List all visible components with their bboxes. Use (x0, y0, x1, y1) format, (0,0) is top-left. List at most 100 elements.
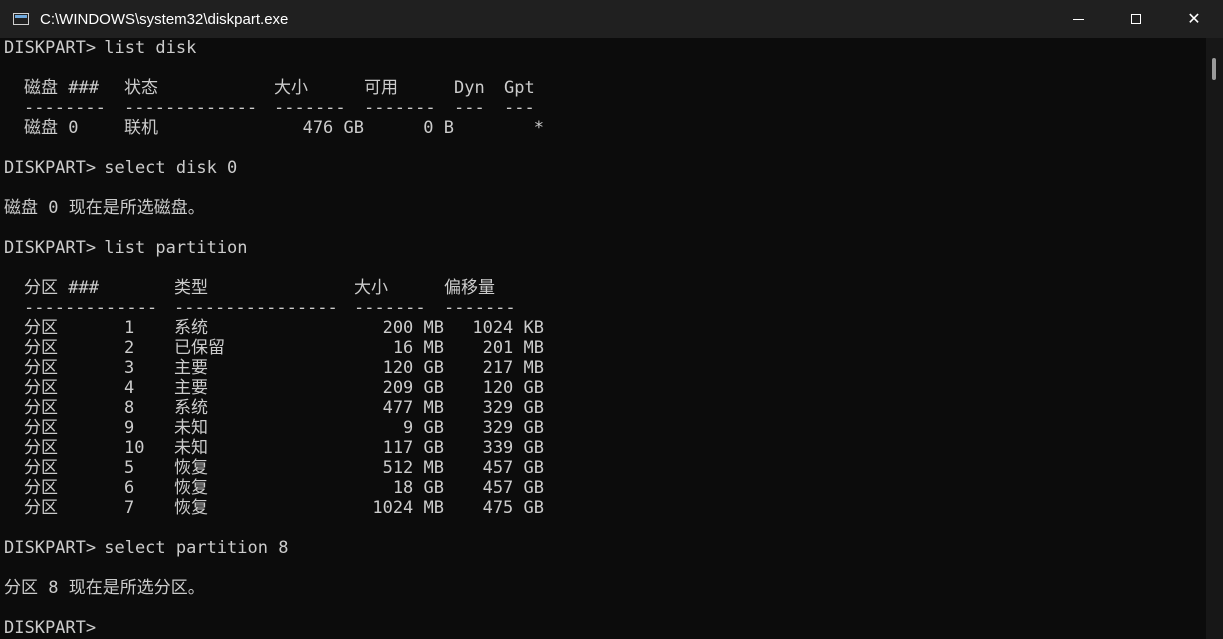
type-cell: 恢复 (174, 478, 208, 498)
offset-cell: 120 GB (482, 378, 544, 398)
rule: ---------------- (174, 298, 338, 318)
command-text: list disk (94, 38, 197, 58)
size-cell: 1024 MB (372, 498, 444, 518)
disk-selected-message: 磁盘 0 现在是所选磁盘。 (4, 198, 205, 218)
partition-number-cell: 3 (124, 358, 135, 378)
minimize-button[interactable] (1049, 0, 1107, 38)
offset-cell: 475 GB (482, 498, 544, 518)
offset-cell: 329 GB (482, 418, 544, 438)
disk-col-header: 磁盘 ### (24, 78, 99, 98)
partition-number-cell: 9 (124, 418, 135, 438)
partition-label-cell: 分区 (24, 418, 58, 438)
partition-number-cell: 5 (124, 458, 135, 478)
size-cell: 200 MB (382, 318, 444, 338)
rule: ------------- (124, 98, 258, 118)
offset-cell: 457 GB (482, 478, 544, 498)
minimize-icon (1072, 18, 1084, 20)
type-cell: 未知 (174, 438, 208, 458)
prompt: DISKPART> (4, 38, 97, 58)
partition-number-cell: 4 (124, 378, 135, 398)
maximize-button[interactable] (1107, 0, 1165, 38)
partition-label-cell: 分区 (24, 498, 58, 518)
type-cell: 主要 (174, 358, 208, 378)
partition-number-cell: 7 (124, 498, 135, 518)
offset-cell: 217 MB (482, 358, 544, 378)
partition-label-cell: 分区 (24, 438, 58, 458)
type-cell: 恢复 (174, 458, 208, 478)
size-cell: 120 GB (382, 358, 444, 378)
size-cell: 477 MB (382, 398, 444, 418)
size-cell: 209 GB (382, 378, 444, 398)
gpt-cell: * (533, 118, 544, 138)
rule: ------------- (24, 298, 158, 318)
scrollbar-thumb[interactable] (1212, 58, 1216, 80)
type-cell: 主要 (174, 378, 208, 398)
size-cell: 16 MB (392, 338, 444, 358)
title-bar[interactable]: C:\WINDOWS\system32\diskpart.exe ✕ (0, 0, 1223, 38)
offset-cell: 329 GB (482, 398, 544, 418)
partition-number-cell: 8 (124, 398, 135, 418)
partition-label-cell: 分区 (24, 358, 58, 378)
rule: ------- (354, 298, 426, 318)
command-text: select partition 8 (94, 538, 289, 558)
size-cell: 9 GB (403, 418, 444, 438)
partition-number-cell: 2 (124, 338, 135, 358)
rule: ------- (364, 98, 436, 118)
prompt: DISKPART> (4, 538, 97, 558)
prompt: DISKPART> (4, 618, 97, 638)
type-cell: 未知 (174, 418, 208, 438)
offset-col-header: 偏移量 (444, 278, 495, 298)
offset-cell: 339 GB (482, 438, 544, 458)
console-window: C:\WINDOWS\system32\diskpart.exe ✕ DISKP… (0, 0, 1223, 639)
partition-label-cell: 分区 (24, 318, 58, 338)
console-output[interactable]: DISKPART> list disk 磁盘 ### 状态 大小 可用 Dyn Gpt -… (0, 38, 1206, 639)
type-cell: 系统 (174, 398, 208, 418)
free-cell: 0 B (423, 118, 454, 138)
partition-label-cell: 分区 (24, 398, 58, 418)
partition-number-cell: 6 (124, 478, 135, 498)
rule: ------- (274, 98, 346, 118)
partition-col-header: 分区 ### (24, 278, 99, 298)
size-col-header: 大小 (354, 278, 388, 298)
rule: --- (504, 98, 535, 118)
type-cell: 恢复 (174, 498, 208, 518)
console-app-icon (13, 13, 29, 25)
free-col-header: 可用 (364, 78, 398, 98)
close-icon: ✕ (1187, 9, 1201, 28)
type-cell: 已保留 (174, 338, 225, 358)
partition-label-cell: 分区 (24, 338, 58, 358)
rule: -------- (24, 98, 106, 118)
partition-label-cell: 分区 (24, 458, 58, 478)
disk-cell: 磁盘 0 (24, 118, 79, 138)
status-col-header: 状态 (124, 78, 158, 98)
size-cell: 512 MB (382, 458, 444, 478)
dyn-col-header: Dyn (454, 78, 485, 98)
maximize-icon (1131, 14, 1141, 24)
size-cell: 117 GB (382, 438, 444, 458)
window-title: C:\WINDOWS\system32\diskpart.exe (40, 10, 289, 28)
type-cell: 系统 (174, 318, 208, 338)
prompt: DISKPART> (4, 158, 97, 178)
size-cell: 18 GB (392, 478, 444, 498)
window-controls: ✕ (1049, 0, 1223, 38)
partition-label-cell: 分区 (24, 478, 58, 498)
partition-number-cell: 1 (124, 318, 135, 338)
partition-label-cell: 分区 (24, 378, 58, 398)
vertical-scrollbar[interactable] (1206, 38, 1223, 639)
close-button[interactable]: ✕ (1165, 0, 1223, 38)
prompt: DISKPART> (4, 238, 97, 258)
command-text: list partition (94, 238, 248, 258)
size-col-header: 大小 (274, 78, 308, 98)
gpt-col-header: Gpt (504, 78, 535, 98)
command-text: select disk 0 (94, 158, 238, 178)
status-cell: 联机 (124, 118, 158, 138)
offset-cell: 201 MB (482, 338, 544, 358)
partition-number-cell: 10 (124, 438, 145, 458)
rule: ------- (444, 298, 516, 318)
offset-cell: 1024 KB (472, 318, 544, 338)
size-cell: 476 GB (302, 118, 364, 138)
rule: --- (454, 98, 485, 118)
type-col-header: 类型 (174, 278, 208, 298)
offset-cell: 457 GB (482, 458, 544, 478)
partition-selected-message: 分区 8 现在是所选分区。 (4, 578, 205, 598)
